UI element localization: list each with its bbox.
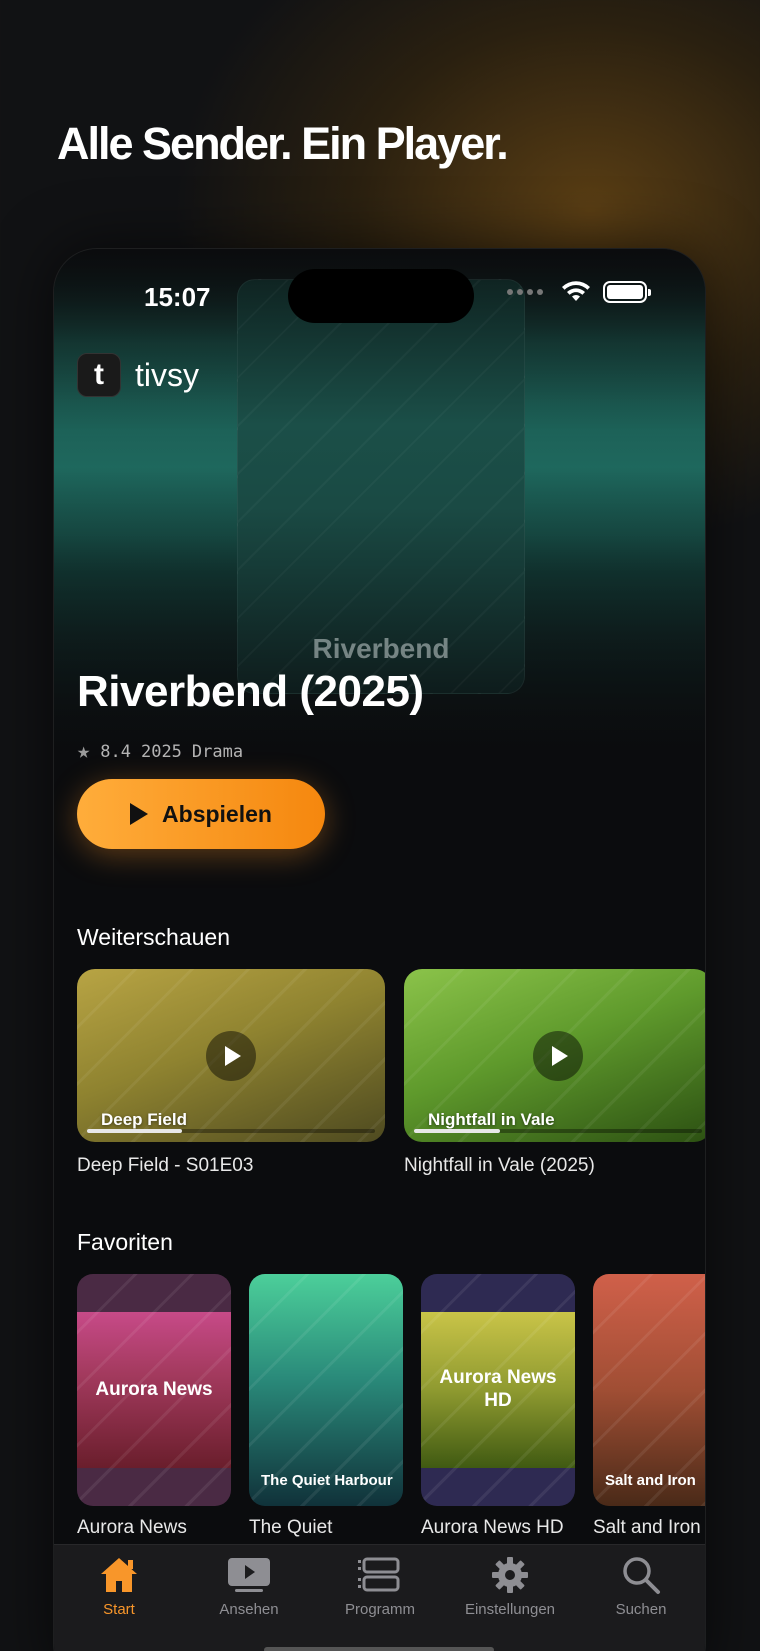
home-icon — [101, 1558, 137, 1592]
star-icon: ★ — [77, 739, 91, 764]
continue-watching-title: Weiterschauen — [77, 924, 230, 950]
card-label: Aurora News HD — [439, 1367, 557, 1411]
progress-bar — [87, 1129, 375, 1133]
hero-meta: ★ 8.4 2025 Drama — [77, 739, 243, 764]
favorite-caption[interactable]: Salt and Iron — [593, 1517, 705, 1539]
tab-label: Einstellungen — [464, 1601, 556, 1618]
home-indicator[interactable] — [264, 1647, 494, 1651]
favorite-caption[interactable]: Aurora News — [77, 1517, 237, 1539]
tab-label: Programm — [344, 1601, 415, 1618]
favorite-card-aurora-news[interactable]: Aurora News — [77, 1274, 231, 1506]
tab-start[interactable]: Start — [54, 1555, 184, 1618]
play-screen-icon — [228, 1558, 270, 1592]
play-circle-icon[interactable] — [533, 1031, 583, 1081]
tab-einstellungen[interactable]: Einstellungen — [445, 1555, 575, 1618]
progress-bar — [414, 1129, 702, 1133]
battery-icon — [603, 281, 651, 303]
gear-icon — [492, 1557, 528, 1593]
continue-caption[interactable]: Nightfall in Vale (2025) — [404, 1155, 595, 1177]
app-name: tivsy — [135, 356, 199, 393]
tab-label: Ansehen — [219, 1601, 279, 1618]
card-label: Aurora News — [95, 1379, 213, 1400]
wifi-icon — [562, 281, 590, 301]
play-button-label: Abspielen — [162, 800, 272, 827]
hero-year: 2025 — [140, 741, 182, 762]
card-label: Salt and Iron — [605, 1472, 696, 1489]
logo-mark: t — [77, 353, 121, 397]
play-icon — [130, 803, 149, 825]
tab-label: Start — [103, 1601, 135, 1618]
play-circle-icon[interactable] — [206, 1031, 256, 1081]
continue-caption[interactable]: Deep Field - S01E03 — [77, 1155, 253, 1177]
status-icons — [507, 281, 651, 303]
hero-title: Riverbend (2025) — [77, 667, 424, 716]
tab-bar: Start Ansehen Programm Einstellungen Suc… — [54, 1544, 705, 1651]
card-label: Nightfall in Vale — [428, 1110, 555, 1129]
favorite-card-quiet-harbour[interactable]: The Quiet Harbour — [249, 1274, 403, 1506]
cellular-signal-icon — [507, 289, 543, 295]
search-icon — [623, 1557, 660, 1594]
continue-card-deep-field[interactable]: Deep Field — [77, 969, 385, 1142]
guide-icon — [358, 1557, 400, 1592]
dynamic-island — [288, 269, 474, 323]
tab-ansehen[interactable]: Ansehen — [184, 1555, 314, 1618]
hero-poster[interactable]: Riverbend — [237, 279, 525, 694]
status-time: 15:07 — [144, 282, 211, 312]
app-logo[interactable]: t tivsy — [77, 353, 199, 397]
tab-label: Suchen — [615, 1601, 667, 1618]
phone-frame: Riverbend 15:07 t tivsy Riverbend (2025)… — [53, 248, 706, 1651]
tab-programm[interactable]: Programm — [315, 1555, 445, 1618]
hero-rating: 8.4 — [100, 741, 131, 762]
play-button[interactable]: Abspielen — [77, 779, 325, 849]
favorite-card-salt-and-iron[interactable]: Salt and Iron — [593, 1274, 705, 1506]
hero-genre: Drama — [191, 741, 244, 762]
continue-card-nightfall[interactable]: Nightfall in Vale — [404, 969, 705, 1142]
favorite-caption[interactable]: Aurora News HD — [421, 1517, 581, 1539]
favorites-title: Favoriten — [77, 1229, 173, 1255]
page-headline: Alle Sender. Ein Player. — [57, 118, 509, 169]
tab-suchen[interactable]: Suchen — [576, 1555, 705, 1618]
card-label: Deep Field — [101, 1110, 187, 1129]
poster-title: Riverbend — [312, 633, 450, 664]
favorite-card-aurora-news-hd[interactable]: Aurora News HD — [421, 1274, 575, 1506]
favorite-caption[interactable]: The Quiet — [249, 1517, 409, 1539]
card-label: The Quiet Harbour — [261, 1472, 393, 1489]
